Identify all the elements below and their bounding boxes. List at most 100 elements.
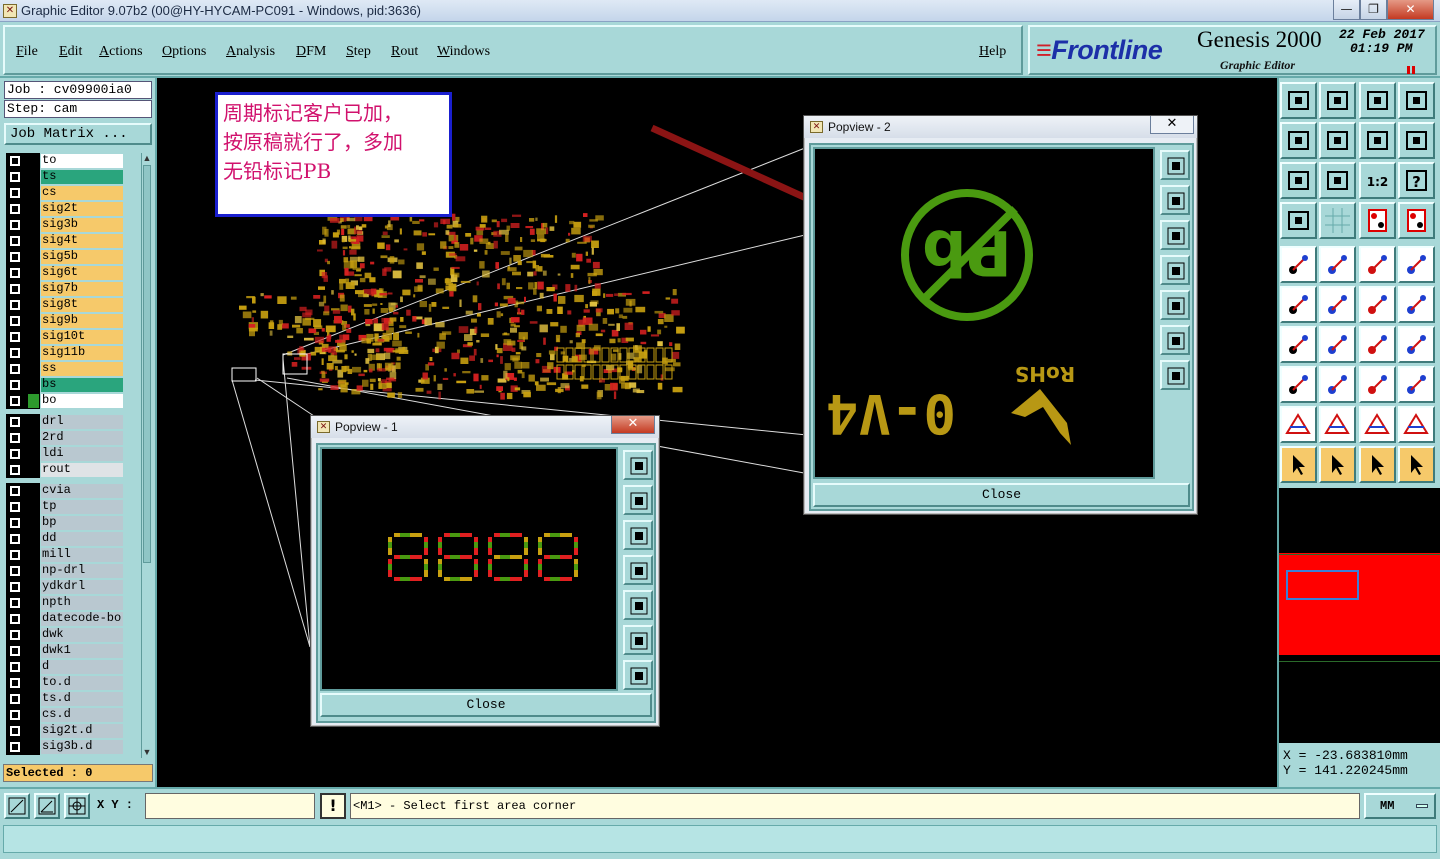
triangle-icon[interactable] (1280, 406, 1317, 443)
layer-row-rout[interactable]: rout (5, 462, 140, 478)
pan-right-icon[interactable] (623, 590, 653, 620)
layer-name[interactable]: ydkdrl (41, 580, 123, 594)
layer-color-swatch[interactable] (28, 516, 39, 530)
layer-color-swatch[interactable] (28, 500, 39, 514)
layer-color-swatch[interactable] (28, 314, 39, 328)
layer-row-sig3b.d[interactable]: sig3b.d (5, 739, 140, 755)
layer-row-sig3b[interactable]: sig3b (5, 217, 140, 233)
layer-checkbox[interactable] (6, 707, 40, 723)
layer-row-tp[interactable]: tp (5, 499, 140, 515)
pan-down-icon[interactable] (623, 520, 653, 550)
layer-name[interactable]: sig5b (41, 250, 123, 264)
layer-color-swatch[interactable] (28, 218, 39, 232)
layer-checkbox[interactable] (6, 185, 40, 201)
layer-checkbox[interactable] (6, 675, 40, 691)
layer-name[interactable]: ts.d (41, 692, 123, 706)
menu-dfm[interactable]: DFM (296, 44, 326, 60)
overview-map[interactable] (1277, 488, 1440, 743)
layer-name[interactable]: cs.d (41, 708, 123, 722)
layer-row-sig6t[interactable]: sig6t (5, 265, 140, 281)
layer-name[interactable]: sig2t.d (41, 724, 123, 738)
layer-checkbox[interactable] (6, 499, 40, 515)
layer-checkbox[interactable] (6, 233, 40, 249)
menu-rout[interactable]: Rout (391, 44, 418, 60)
minimize-button[interactable]: — (1333, 0, 1360, 20)
angle-mode-button[interactable] (34, 793, 60, 819)
home-icon[interactable] (1359, 82, 1396, 119)
zoom-window-icon[interactable] (1160, 150, 1190, 180)
layer-row-to.d[interactable]: to.d (5, 675, 140, 691)
layer-name[interactable]: np-drl (41, 564, 123, 578)
pan-left-icon[interactable] (1160, 255, 1190, 285)
layer-checkbox[interactable] (6, 361, 40, 377)
layer-color-swatch[interactable] (28, 564, 39, 578)
layer-checkbox[interactable] (6, 169, 40, 185)
select-circle-icon[interactable] (1398, 246, 1435, 283)
layer-row-sig2t.d[interactable]: sig2t.d (5, 723, 140, 739)
pan-up-icon[interactable] (623, 485, 653, 515)
zoom-home-icon[interactable] (1160, 360, 1190, 390)
layer-name[interactable]: ts (41, 170, 123, 184)
layer-checkbox[interactable] (6, 414, 40, 430)
layer-name[interactable]: sig11b (41, 346, 123, 360)
job-matrix-button[interactable]: Job Matrix ... (4, 123, 152, 145)
layer-row-cs[interactable]: cs (5, 185, 140, 201)
pan-down-icon[interactable] (1160, 220, 1190, 250)
layer-row-sig11b[interactable]: sig11b (5, 345, 140, 361)
layer-name[interactable]: datecode-bo (41, 612, 123, 626)
scale-icon[interactable]: 1:2 (1359, 162, 1396, 199)
units-select[interactable]: MM (1364, 793, 1436, 819)
layer-color-swatch[interactable] (28, 186, 39, 200)
select-pad-icon[interactable] (1280, 246, 1317, 283)
layer-checkbox[interactable] (6, 462, 40, 478)
layer-name[interactable]: mill (41, 548, 123, 562)
scroll-thumb[interactable] (143, 165, 151, 563)
menu-help[interactable]: Help (979, 44, 1006, 60)
layer-name[interactable]: to.d (41, 676, 123, 690)
split-icon[interactable] (1398, 326, 1435, 363)
layer-checkbox[interactable] (6, 430, 40, 446)
layer-row-dd[interactable]: dd (5, 531, 140, 547)
triangle-select-icon[interactable] (1319, 406, 1356, 443)
line-break-icon[interactable] (1319, 366, 1356, 403)
layer-checkbox[interactable] (6, 217, 40, 233)
alert-button[interactable]: ! (320, 793, 346, 819)
layer-checkbox[interactable] (6, 393, 40, 409)
layer-checkbox[interactable] (6, 531, 40, 547)
menu-step[interactable]: Step (346, 44, 371, 60)
layer-checkbox[interactable] (6, 579, 40, 595)
pad-group-icon[interactable] (1280, 366, 1317, 403)
layer-row-sig7b[interactable]: sig7b (5, 281, 140, 297)
layer-color-swatch[interactable] (28, 394, 39, 408)
layer-name[interactable]: sig4t (41, 234, 123, 248)
layer-row-2rd[interactable]: 2rd (5, 430, 140, 446)
layer-color-swatch[interactable] (28, 612, 39, 626)
maximize-button[interactable]: ❐ (1360, 0, 1387, 20)
layer-checkbox[interactable] (6, 377, 40, 393)
layer-name[interactable]: dwk (41, 628, 123, 642)
layer-color-swatch[interactable] (28, 580, 39, 594)
cross-select-icon[interactable] (1319, 286, 1356, 323)
layer-name[interactable]: ss (41, 362, 123, 376)
layer-checkbox[interactable] (6, 643, 40, 659)
layer-color-swatch[interactable] (28, 154, 39, 168)
layer-row-bo[interactable]: bo (5, 393, 140, 409)
layer-color-swatch[interactable] (28, 202, 39, 216)
layer-name[interactable]: ldi (41, 447, 123, 461)
layer-checkbox[interactable] (6, 297, 40, 313)
layer-checkbox[interactable] (6, 723, 40, 739)
layer-row-sig8t[interactable]: sig8t (5, 297, 140, 313)
layer-color-swatch[interactable] (28, 463, 39, 477)
layer-row-ldi[interactable]: ldi (5, 446, 140, 462)
menu-edit[interactable]: Edit (59, 44, 82, 60)
layer-row-sig4t[interactable]: sig4t (5, 233, 140, 249)
layer-name[interactable]: drl (41, 415, 123, 429)
layer-color-swatch[interactable] (28, 250, 39, 264)
layer-checkbox[interactable] (6, 153, 40, 169)
layer-name[interactable]: dd (41, 532, 123, 546)
layer-row-sig10t[interactable]: sig10t (5, 329, 140, 345)
layer-row-npth[interactable]: npth (5, 595, 140, 611)
layer-color-swatch[interactable] (28, 692, 39, 706)
layer-color-swatch[interactable] (28, 740, 39, 754)
layer-row-datecode-bo[interactable]: datecode-bo (5, 611, 140, 627)
